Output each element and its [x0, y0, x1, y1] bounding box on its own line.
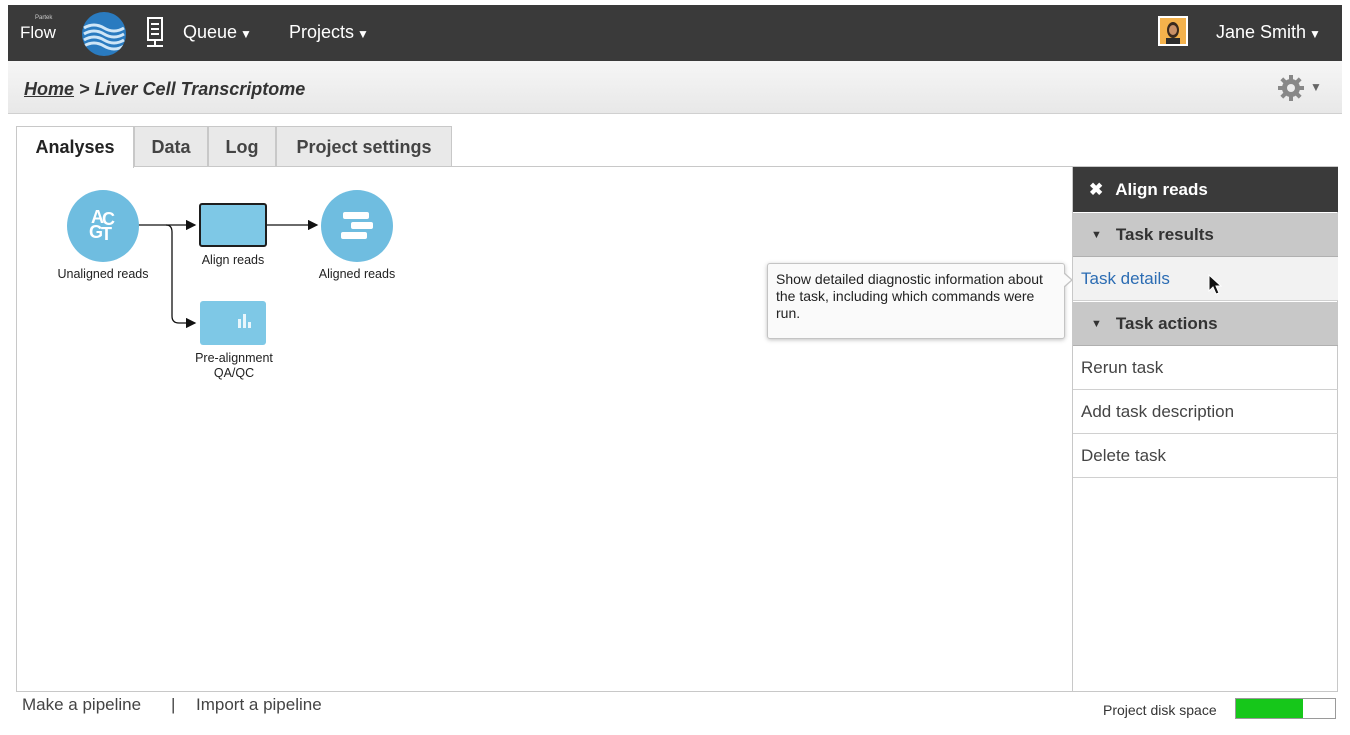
mouse-cursor-icon [1208, 273, 1224, 296]
align-reads-task[interactable] [199, 203, 267, 247]
task-menu-title: Align reads [1115, 180, 1208, 199]
aligned-bars-icon [341, 212, 373, 239]
task-details-tooltip: Show detailed diagnostic information abo… [767, 263, 1065, 339]
disk-space-fill [1236, 699, 1304, 718]
aligned-reads-node[interactable] [321, 190, 393, 262]
task-menu-panel: ✖ Align reads ▼ Task results Task details … [1072, 167, 1338, 691]
pre-alignment-qc-label: Pre-alignment QA/QC [178, 351, 290, 381]
delete-task-item[interactable]: Delete task [1073, 434, 1338, 478]
qc-label-line2: QA/QC [213, 366, 255, 380]
rerun-task-item[interactable]: Rerun task [1073, 346, 1338, 390]
footer-separator: | [171, 695, 176, 714]
aligned-reads-label: Aligned reads [318, 267, 396, 281]
task-actions-section[interactable]: ▼ Task actions [1073, 302, 1338, 346]
close-icon[interactable]: ✖ [1089, 180, 1103, 199]
task-results-section[interactable]: ▼ Task results [1073, 213, 1338, 257]
task-actions-label: Task actions [1115, 314, 1218, 333]
unaligned-reads-label: Unaligned reads [57, 267, 149, 281]
pre-alignment-qc-task[interactable] [200, 301, 266, 345]
tooltip-arrow-inner [1063, 273, 1071, 287]
task-menu-header: ✖ Align reads [1073, 167, 1338, 212]
add-task-description-item[interactable]: Add task description [1073, 390, 1338, 434]
disk-space-bar [1235, 698, 1336, 719]
task-details-link[interactable]: Task details [1073, 257, 1338, 301]
svg-text:T: T [101, 224, 112, 244]
align-reads-label: Align reads [201, 253, 265, 267]
tab-analyses[interactable]: Analyses [16, 126, 134, 168]
qc-label-line1: Pre-alignment [195, 351, 273, 365]
triangle-down-icon: ▼ [1091, 229, 1102, 241]
disk-space-label: Project disk space [1103, 702, 1217, 718]
make-pipeline-link[interactable]: Make a pipeline [22, 695, 141, 715]
import-pipeline-link[interactable]: Import a pipeline [196, 695, 322, 715]
dna-letters-icon: A C G T [89, 207, 115, 244]
task-results-label: Task results [1115, 225, 1214, 244]
triangle-down-icon: ▼ [1091, 318, 1102, 330]
unaligned-reads-node[interactable]: A C G T [67, 190, 139, 262]
tab-label: Analyses [35, 137, 115, 157]
bar-chart-icon [238, 314, 251, 328]
